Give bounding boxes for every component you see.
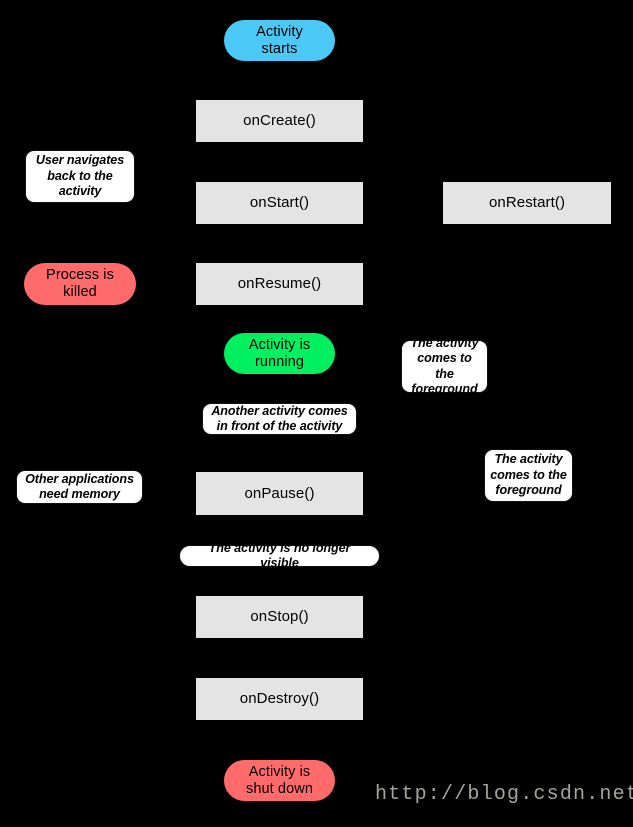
node-activity-running[interactable]: Activity is running bbox=[224, 333, 335, 374]
activity-lifecycle-diagram: Activity starts onCreate() User navigate… bbox=[0, 0, 633, 827]
callout-other-apps-need-memory: Other applications need memory bbox=[16, 470, 143, 504]
node-on-stop[interactable]: onStop() bbox=[196, 596, 363, 638]
callout-another-activity-in-front: Another activity comes in front of the a… bbox=[202, 403, 357, 435]
node-on-restart[interactable]: onRestart() bbox=[443, 182, 611, 224]
node-on-create[interactable]: onCreate() bbox=[196, 100, 363, 142]
node-on-destroy[interactable]: onDestroy() bbox=[196, 678, 363, 720]
node-process-is-killed[interactable]: Process is killed bbox=[24, 263, 136, 305]
node-on-pause[interactable]: onPause() bbox=[196, 472, 363, 515]
callout-activity-to-foreground-bottom: The activity comes to the foreground bbox=[484, 449, 573, 502]
watermark-url: http://blog.csdn.net/ bbox=[375, 783, 633, 806]
node-activity-starts[interactable]: Activity starts bbox=[224, 20, 335, 61]
callout-user-navigates-back: User navigates back to the activity bbox=[25, 150, 135, 203]
callout-activity-to-foreground-top: The activity comes to the foreground bbox=[401, 336, 488, 396]
callout-activity-no-longer-visible: The activity is no longer visible bbox=[179, 541, 380, 570]
node-on-start[interactable]: onStart() bbox=[196, 182, 363, 224]
node-activity-shut-down[interactable]: Activity is shut down bbox=[224, 760, 335, 801]
node-on-resume[interactable]: onResume() bbox=[196, 263, 363, 305]
